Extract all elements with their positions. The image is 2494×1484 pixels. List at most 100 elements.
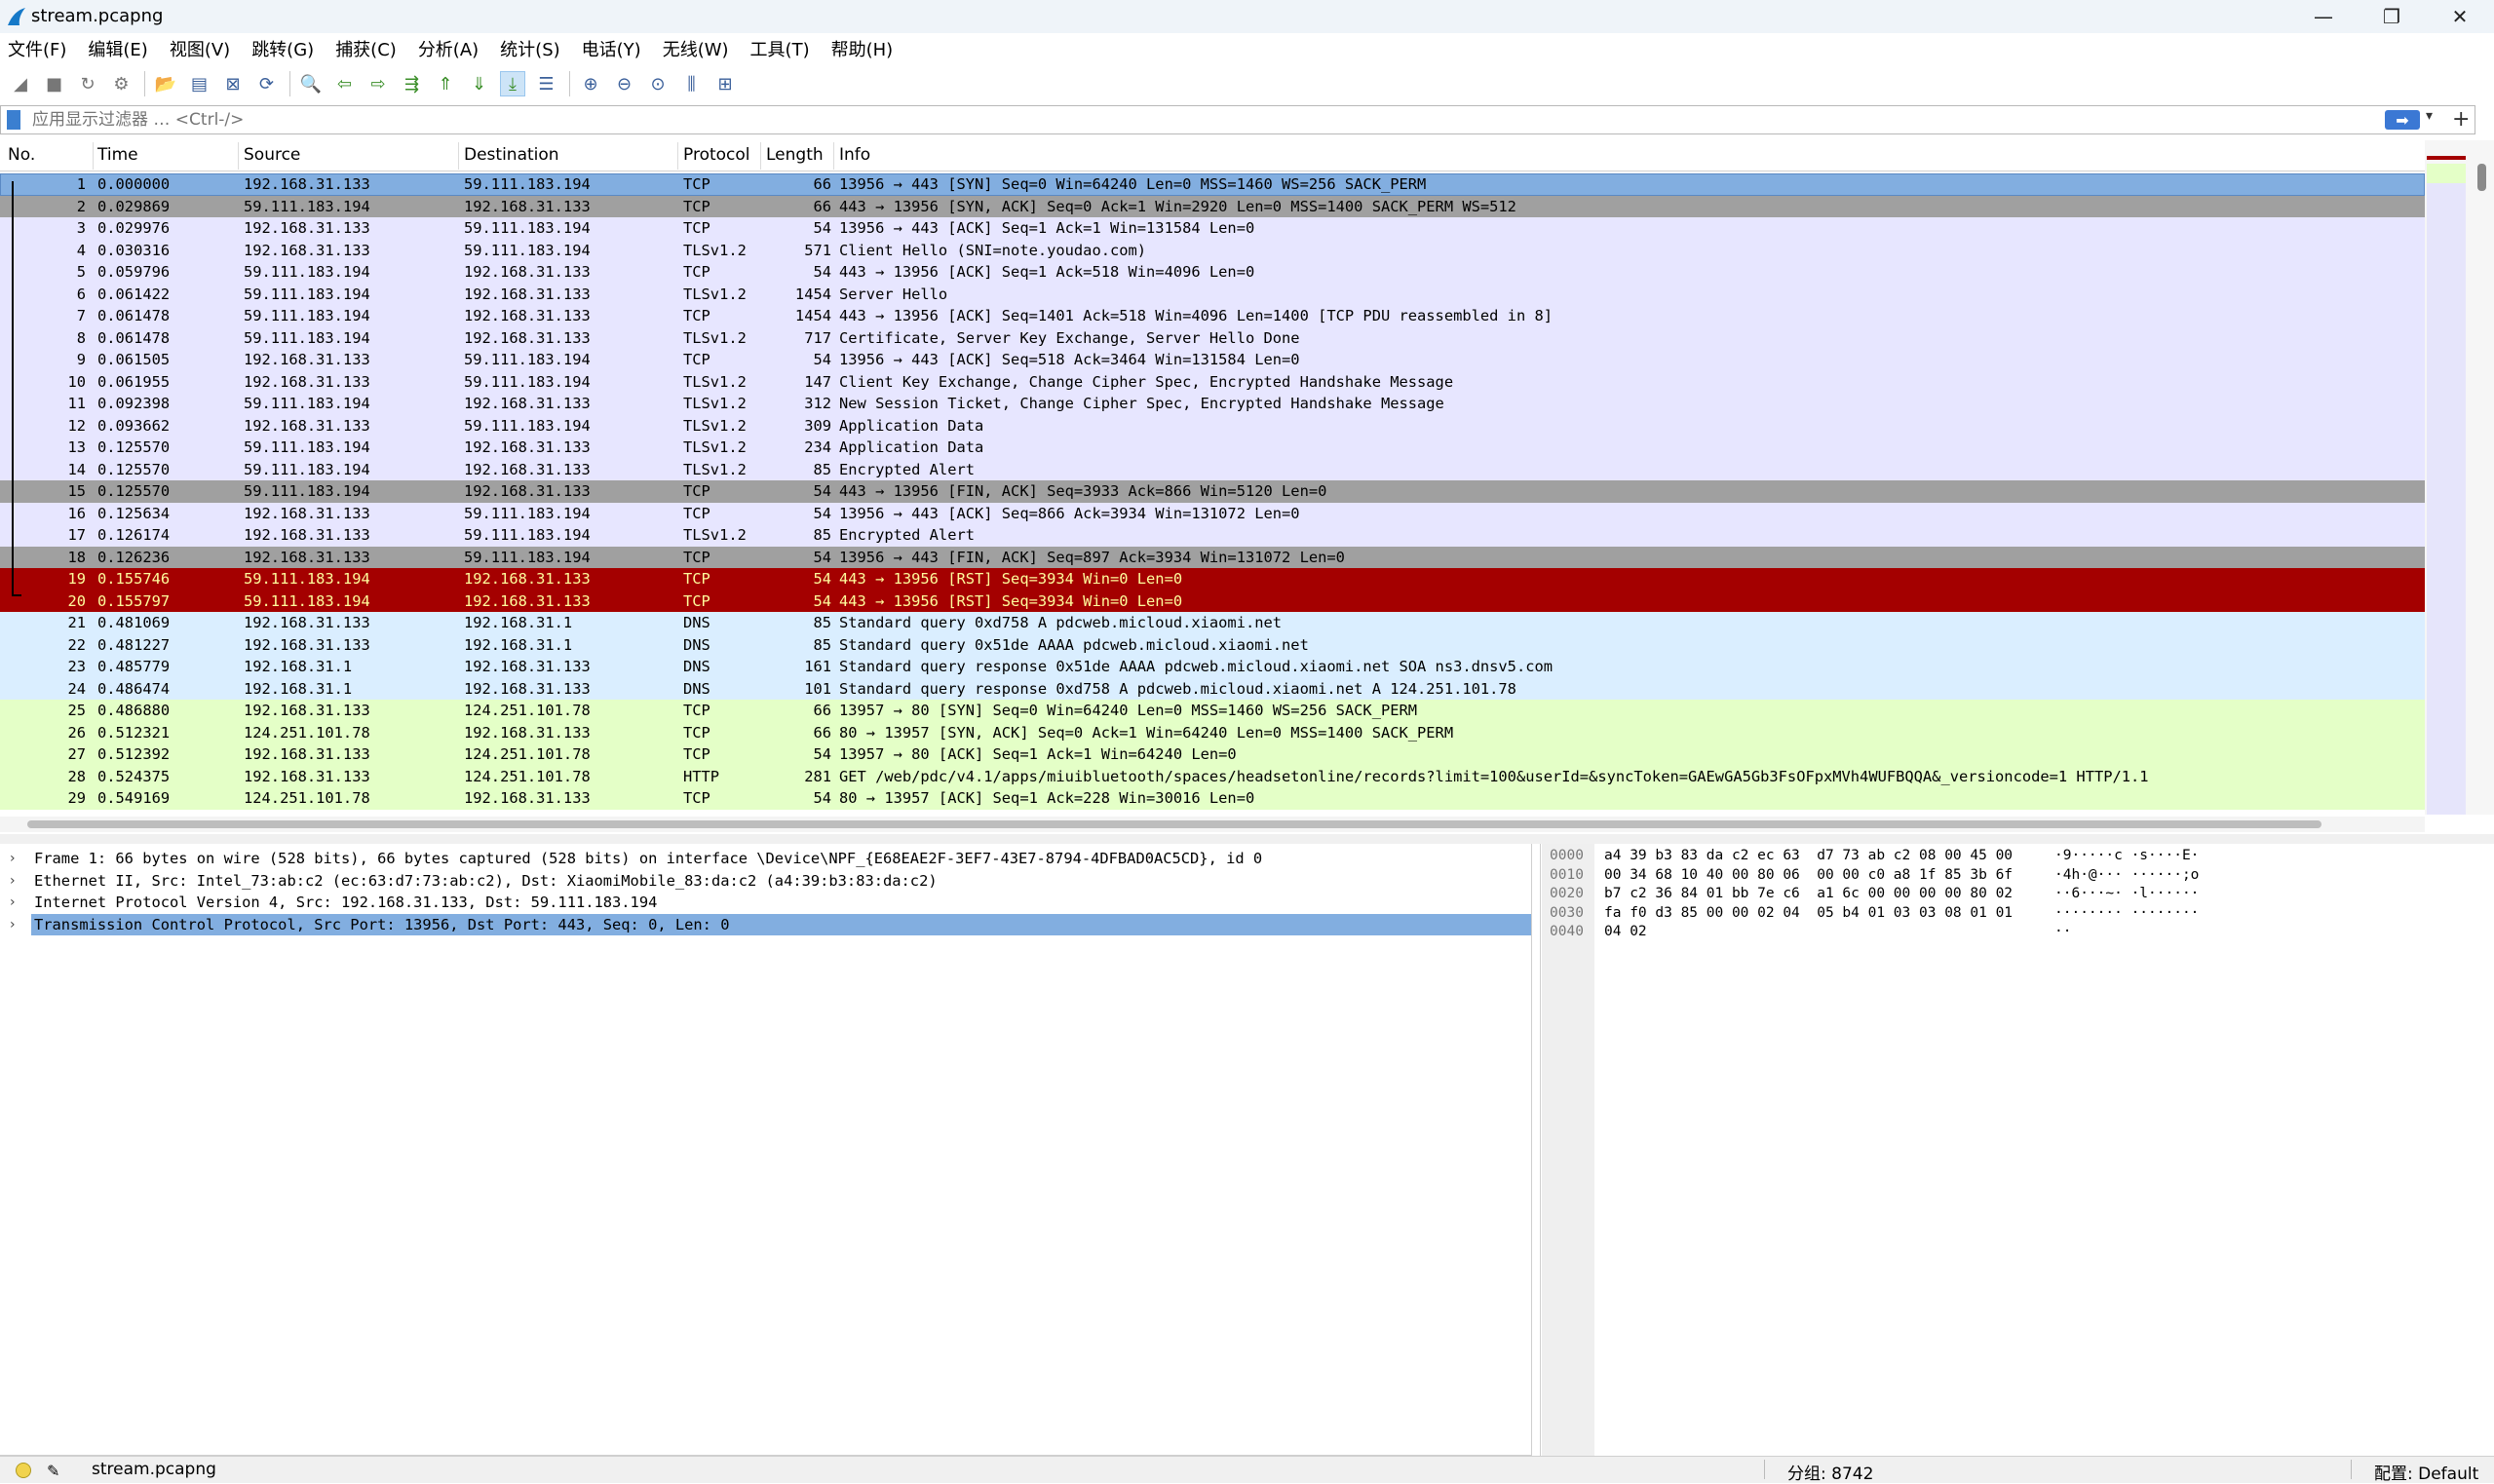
byte-ascii[interactable]: ········ ········ — [2054, 903, 2199, 923]
expand-chevron-icon[interactable]: › — [10, 848, 16, 870]
hscrollbar-thumb[interactable] — [27, 820, 2321, 828]
detail-tree-item[interactable]: › Ethernet II, Src: Intel_73:ab:c2 (ec:63… — [0, 870, 1532, 893]
packet-row[interactable]: 9 0.061505 192.168.31.133 59.111.183.194 TCP… — [0, 349, 2425, 371]
menu-telephony[interactable]: 电话(Y) — [582, 36, 641, 61]
zoom-out-icon[interactable]: ⊖ — [612, 71, 637, 96]
packet-row[interactable]: 7 0.061478 59.111.183.194 192.168.31.133 TCP… — [0, 305, 2425, 327]
packet-row[interactable]: 5 0.059796 59.111.183.194 192.168.31.133 TCP… — [0, 261, 2425, 284]
status-profile[interactable]: 配置: Default — [2374, 1460, 2478, 1484]
packet-row[interactable]: 16 0.125634 192.168.31.133 59.111.183.194 TC… — [0, 502, 2425, 524]
expand-chevron-icon[interactable]: › — [10, 870, 16, 893]
packet-row[interactable]: 28 0.524375 192.168.31.133 124.251.101.78 HT… — [0, 765, 2425, 787]
menu-tools[interactable]: 工具(T) — [750, 36, 810, 61]
packet-row[interactable]: 26 0.512321 124.251.101.78 192.168.31.133 TC… — [0, 721, 2425, 743]
reload-file-icon[interactable]: ⟳ — [254, 71, 280, 96]
packet-row[interactable]: 6 0.061422 59.111.183.194 192.168.31.133 TLS… — [0, 283, 2425, 305]
menu-help[interactable]: 帮助(H) — [831, 36, 894, 61]
byte-offset[interactable]: 0010 — [1550, 865, 1584, 885]
go-forward-icon[interactable]: ⇨ — [365, 71, 391, 96]
menu-file[interactable]: 文件(F) — [8, 36, 66, 61]
byte-hex[interactable]: 00 34 68 10 40 00 80 06 00 00 c0 a8 1f 8… — [1604, 865, 2013, 885]
column-time[interactable]: Time — [97, 145, 138, 165]
menu-statistics[interactable]: 统计(S) — [500, 36, 559, 61]
packet-row[interactable]: 20 0.155797 59.111.183.194 192.168.31.133 TC… — [0, 590, 2425, 612]
capture-options-icon[interactable]: ⚙ — [109, 71, 134, 96]
byte-offset[interactable]: 0020 — [1550, 884, 1584, 903]
capture-comment-icon[interactable]: ✎ — [47, 1462, 59, 1480]
byte-hex[interactable]: 04 02 — [1604, 922, 1647, 941]
byte-hex[interactable]: fa f0 d3 85 00 00 02 04 05 b4 01 03 03 0… — [1604, 903, 2013, 923]
packet-row[interactable]: 18 0.126236 192.168.31.133 59.111.183.194 TC… — [0, 546, 2425, 568]
packet-row[interactable]: 23 0.485779 192.168.31.1 192.168.31.133 DNS 1… — [0, 656, 2425, 678]
last-packet-icon[interactable]: ⇓ — [467, 71, 492, 96]
packet-row[interactable]: 21 0.481069 192.168.31.133 192.168.31.1 DNS 8… — [0, 612, 2425, 634]
stop-capture-icon[interactable]: ■ — [42, 71, 67, 96]
go-to-packet-icon[interactable]: ⇶ — [400, 71, 425, 96]
packet-row[interactable]: 27 0.512392 192.168.31.133 124.251.101.78 TC… — [0, 743, 2425, 766]
save-file-icon[interactable]: ▤ — [187, 71, 212, 96]
packet-row[interactable]: 17 0.126174 192.168.31.133 59.111.183.194 TL… — [0, 524, 2425, 547]
packet-row[interactable]: 8 0.061478 59.111.183.194 192.168.31.133 TLS… — [0, 326, 2425, 349]
byte-hex[interactable]: b7 c2 36 84 01 bb 7e c6 a1 6c 00 00 00 0… — [1604, 884, 2013, 903]
autoscroll-icon[interactable]: ⤓ — [500, 71, 525, 96]
packet-row[interactable]: 24 0.486474 192.168.31.1 192.168.31.133 DNS 1… — [0, 677, 2425, 700]
menu-capture[interactable]: 捕获(C) — [335, 36, 397, 61]
pane-splitter[interactable] — [0, 834, 2494, 844]
menu-wireless[interactable]: 无线(W) — [663, 36, 729, 61]
start-capture-icon[interactable]: ◢ — [8, 71, 33, 96]
colorize-icon[interactable]: ☰ — [534, 71, 559, 96]
menu-view[interactable]: 视图(V) — [170, 36, 230, 61]
detail-tree-item[interactable]: › Internet Protocol Version 4, Src: 192.1… — [0, 892, 1532, 914]
close-button[interactable]: ✕ — [2426, 0, 2494, 33]
byte-ascii[interactable]: ·9·····c ·s····E· — [2054, 846, 2199, 865]
column-source[interactable]: Source — [244, 145, 300, 165]
menu-analyze[interactable]: 分析(A) — [418, 36, 479, 61]
zoom-in-icon[interactable]: ⊕ — [578, 71, 603, 96]
expert-info-icon[interactable] — [16, 1463, 31, 1478]
resize-columns-icon[interactable]: ⫼ — [679, 71, 705, 96]
go-back-icon[interactable]: ⇦ — [332, 71, 358, 96]
byte-ascii[interactable]: ·4h·@··· ······;o — [2054, 865, 2199, 885]
packet-row[interactable]: 29 0.549169 124.251.101.78 192.168.31.133 TC… — [0, 787, 2425, 810]
packet-row[interactable]: 13 0.125570 59.111.183.194 192.168.31.133 TL… — [0, 437, 2425, 459]
bookmark-icon[interactable] — [7, 110, 20, 130]
expand-chevron-icon[interactable]: › — [10, 892, 16, 914]
expand-chevron-icon[interactable]: › — [10, 914, 16, 936]
vscrollbar-thumb[interactable] — [2477, 164, 2486, 191]
byte-ascii[interactable]: ·· — [2054, 922, 2071, 941]
packet-row[interactable]: 15 0.125570 59.111.183.194 192.168.31.133 TC… — [0, 480, 2425, 503]
byte-offset[interactable]: 0040 — [1550, 922, 1584, 941]
menu-edit[interactable]: 编辑(E) — [88, 36, 147, 61]
byte-hex[interactable]: a4 39 b3 83 da c2 ec 63 d7 73 ab c2 08 0… — [1604, 846, 2013, 865]
packet-row[interactable]: 2 0.029869 59.111.183.194 192.168.31.133 TCP… — [0, 195, 2425, 217]
restore-button[interactable]: ❐ — [2358, 0, 2426, 33]
packet-row[interactable]: 10 0.061955 192.168.31.133 59.111.183.194 TL… — [0, 370, 2425, 393]
zoom-reset-icon[interactable]: ⊙ — [645, 71, 671, 96]
column-info[interactable]: Info — [839, 145, 870, 165]
byte-offset[interactable]: 0000 — [1550, 846, 1584, 865]
packet-row[interactable]: 12 0.093662 192.168.31.133 59.111.183.194 TL… — [0, 414, 2425, 437]
packet-row[interactable]: 1 0.000000 192.168.31.133 59.111.183.194 TCP… — [0, 173, 2425, 196]
packet-row[interactable]: 14 0.125570 59.111.183.194 192.168.31.133 TL… — [0, 458, 2425, 480]
packet-row[interactable]: 19 0.155746 59.111.183.194 192.168.31.133 TC… — [0, 568, 2425, 590]
byte-offset[interactable]: 0030 — [1550, 903, 1584, 923]
minimize-button[interactable]: — — [2289, 0, 2358, 33]
close-file-icon[interactable]: ⊠ — [220, 71, 246, 96]
packet-row[interactable]: 4 0.030316 192.168.31.133 59.111.183.194 TLS… — [0, 239, 2425, 261]
column-length[interactable]: Length — [766, 145, 824, 165]
find-packet-icon[interactable]: 🔍 — [298, 71, 324, 96]
open-file-icon[interactable]: 📂 — [153, 71, 178, 96]
apply-filter-button[interactable]: ➡ — [2385, 110, 2420, 130]
packet-row[interactable]: 3 0.029976 192.168.31.133 59.111.183.194 TCP… — [0, 217, 2425, 240]
byte-ascii[interactable]: ··6···~· ·l······ — [2054, 884, 2199, 903]
add-filter-button[interactable]: + — [2452, 107, 2470, 132]
detail-tree-item[interactable]: › Transmission Control Protocol, Src Port… — [0, 913, 1532, 936]
layout-icon[interactable]: ⊞ — [712, 71, 738, 96]
packet-row[interactable]: 25 0.486880 192.168.31.133 124.251.101.78 TC… — [0, 700, 2425, 722]
restart-capture-icon[interactable]: ↻ — [75, 71, 100, 96]
detail-tree-item[interactable]: › Frame 1: 66 bytes on wire (528 bits), 6… — [0, 848, 1532, 870]
column-no[interactable]: No. — [8, 145, 35, 165]
column-destination[interactable]: Destination — [464, 145, 559, 165]
first-packet-icon[interactable]: ⇑ — [433, 71, 458, 96]
column-protocol[interactable]: Protocol — [683, 145, 750, 165]
